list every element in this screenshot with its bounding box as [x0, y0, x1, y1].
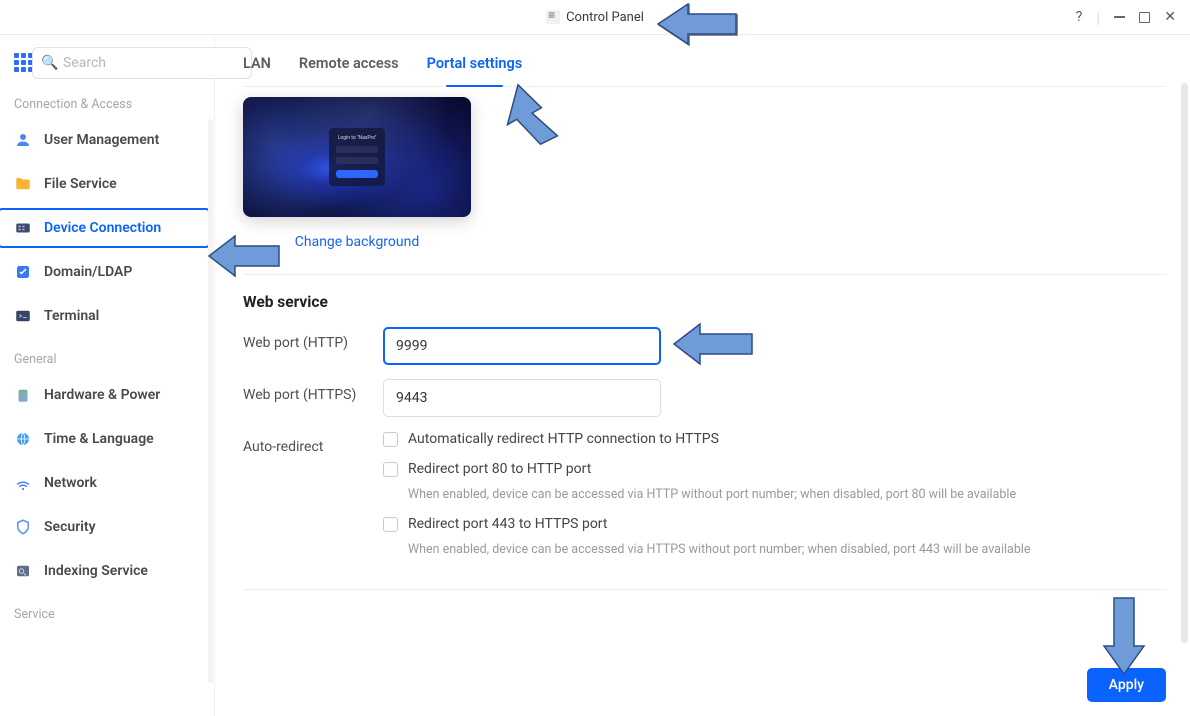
- close-icon[interactable]: ✕: [1164, 9, 1176, 25]
- sidebar-item-user-management[interactable]: User Management: [8, 120, 206, 160]
- content-panel: LAN Remote access Portal settings Login …: [215, 35, 1190, 716]
- separator: |: [1096, 8, 1100, 27]
- globe-icon: [14, 430, 32, 448]
- checkbox-label: Redirect port 443 to HTTPS port: [408, 516, 607, 532]
- tabs: LAN Remote access Portal settings: [243, 49, 1166, 87]
- domain-icon: [14, 263, 32, 281]
- sidebar-item-terminal[interactable]: Terminal: [8, 296, 206, 336]
- minimize-icon[interactable]: [1114, 16, 1125, 18]
- http-port-input[interactable]: [383, 327, 661, 365]
- device-connection-icon: [14, 219, 32, 237]
- sidebar-item-label: Network: [44, 475, 97, 491]
- sidebar: 🔍 Connection & Access User Management Fi…: [0, 35, 215, 716]
- titlebar: Control Panel ? | ✕: [0, 0, 1190, 35]
- tab-remote-access[interactable]: Remote access: [299, 49, 399, 86]
- shield-icon: [14, 518, 32, 536]
- sidebar-item-label: Time & Language: [44, 431, 154, 447]
- hardware-icon: [14, 386, 32, 404]
- change-background-link[interactable]: Change background: [295, 234, 420, 250]
- sidebar-item-label: File Service: [44, 176, 117, 192]
- terminal-icon: [14, 307, 32, 325]
- window-title-text: Control Panel: [566, 10, 644, 25]
- sidebar-item-domain-ldap[interactable]: Domain/LDAP: [8, 252, 206, 292]
- network-icon: [14, 474, 32, 492]
- sidebar-item-network[interactable]: Network: [8, 463, 206, 503]
- sidebar-group-service: Service: [14, 607, 200, 622]
- checkbox-label: Automatically redirect HTTP connection t…: [408, 431, 719, 447]
- sidebar-item-file-service[interactable]: File Service: [8, 164, 206, 204]
- sidebar-item-label: Security: [44, 519, 96, 535]
- background-preview-image[interactable]: Login to "NasPro": [243, 97, 471, 217]
- sidebar-item-label: Domain/LDAP: [44, 264, 132, 280]
- user-icon: [14, 131, 32, 149]
- divider: [243, 589, 1166, 590]
- control-panel-icon: [546, 10, 560, 24]
- sidebar-item-indexing[interactable]: Indexing Service: [8, 551, 206, 591]
- background-preview-card: Login to "NasPro" Change background: [243, 97, 471, 250]
- sidebar-group-general: General: [14, 352, 200, 367]
- divider: [243, 274, 1166, 275]
- http-port-label: Web port (HTTP): [243, 327, 383, 351]
- tab-lan[interactable]: LAN: [243, 49, 271, 86]
- tab-portal-settings[interactable]: Portal settings: [427, 49, 523, 86]
- checkbox-port443-redirect[interactable]: [383, 517, 398, 532]
- help-icon[interactable]: ?: [1076, 9, 1083, 25]
- folder-icon: [14, 175, 32, 193]
- checkbox-http-to-https[interactable]: [383, 432, 398, 447]
- sidebar-item-hardware-power[interactable]: Hardware & Power: [8, 375, 206, 415]
- sidebar-item-label: Device Connection: [44, 220, 161, 236]
- auto-redirect-label: Auto-redirect: [243, 431, 383, 455]
- maximize-icon[interactable]: [1139, 12, 1150, 23]
- web-service-heading: Web service: [243, 293, 1166, 311]
- checkbox-description: When enabled, device can be accessed via…: [408, 487, 1166, 502]
- sidebar-item-label: User Management: [44, 132, 159, 148]
- sidebar-item-security[interactable]: Security: [8, 507, 206, 547]
- checkbox-label: Redirect port 80 to HTTP port: [408, 461, 591, 477]
- sidebar-group-connection: Connection & Access: [14, 97, 200, 112]
- sidebar-item-label: Indexing Service: [44, 563, 148, 579]
- sidebar-item-label: Terminal: [44, 308, 99, 324]
- apply-button[interactable]: Apply: [1087, 668, 1166, 702]
- content-scrollbar[interactable]: [1181, 83, 1188, 716]
- https-port-label: Web port (HTTPS): [243, 379, 383, 403]
- sidebar-item-device-connection[interactable]: Device Connection: [0, 208, 210, 248]
- https-port-input[interactable]: [383, 379, 661, 417]
- checkbox-port80-redirect[interactable]: [383, 462, 398, 477]
- indexing-icon: [14, 562, 32, 580]
- sidebar-item-time-language[interactable]: Time & Language: [8, 419, 206, 459]
- window-title: Control Panel: [0, 10, 1190, 25]
- sidebar-item-label: Hardware & Power: [44, 387, 160, 403]
- sidebar-scrollbar[interactable]: [208, 119, 213, 683]
- checkbox-description: When enabled, device can be accessed via…: [408, 542, 1166, 557]
